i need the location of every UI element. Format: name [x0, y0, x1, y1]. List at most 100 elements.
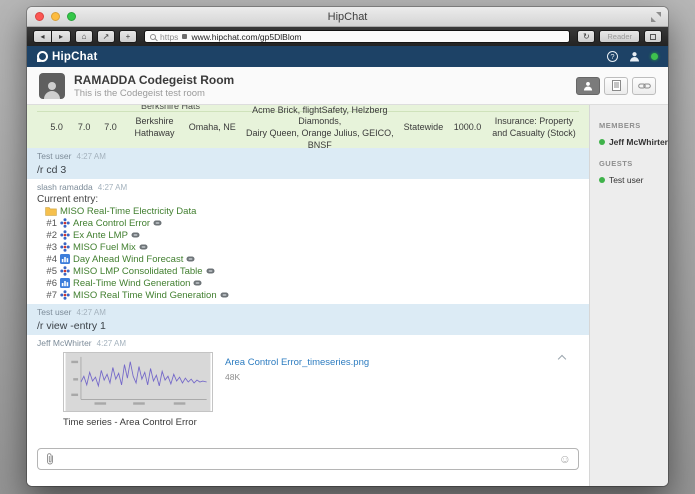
chat-message-upload: Jeff McWhirter 4:27 AM Area Control Erro…	[27, 335, 589, 433]
file-link[interactable]: Area Control Error_timeseries.png	[225, 357, 369, 368]
chart-icon	[60, 278, 70, 288]
table-cell: Acme Brick, flightSafety, Helzberg Diamo…	[246, 105, 394, 150]
attachment-row: Area Control Error_timeseries.png 48K	[37, 352, 579, 412]
table-row: 5.0 7.0 7.0 Berkshire Hathaway Omaha, NE…	[37, 105, 579, 150]
member-item[interactable]: Jeff McWhirter	[598, 137, 668, 147]
link-icon[interactable]	[220, 292, 229, 298]
forward-button[interactable]: ▸	[52, 30, 71, 43]
room-avatar	[39, 72, 65, 99]
url-scheme: https	[160, 31, 179, 42]
entry-link[interactable]: Ex Ante LMP	[73, 230, 128, 241]
person-icon	[583, 81, 593, 91]
back-button[interactable]: ◂	[33, 30, 52, 43]
entry-number: #2	[46, 229, 57, 241]
room-meta: RAMADDA Codegeist Room This is the Codeg…	[74, 73, 234, 99]
entry-link[interactable]: MISO Real Time Wind Generation	[73, 290, 217, 301]
entry-number: #3	[46, 241, 57, 253]
guest-name: Test user	[608, 175, 644, 185]
link-icon[interactable]	[193, 280, 202, 286]
message-text: /r view -entry 1	[37, 320, 106, 332]
entry-item: #2 Ex Ante LMP	[45, 229, 579, 241]
fullscreen-icon[interactable]	[651, 12, 661, 22]
emoticon-icon[interactable]: ☺	[559, 453, 571, 465]
folder-link[interactable]: MISO Real-Time Electricity Data	[60, 206, 196, 217]
collapse-icon[interactable]	[557, 354, 567, 364]
link-icon[interactable]	[186, 256, 195, 262]
address-bar[interactable]: https www.hipchat.com/gp5DlBlom	[144, 30, 571, 43]
entry-link[interactable]: MISO LMP Consolidated Table	[73, 266, 203, 277]
reader-button[interactable]: Reader	[599, 30, 640, 43]
member-name: Jeff McWhirter	[608, 137, 668, 147]
chat-message-command: Test user 4:27 AM /r view -entry 1	[27, 304, 589, 335]
top-sites-button[interactable]: ⌂	[75, 30, 93, 43]
table-cell: Insurance: Property and Casualty (Stock)	[492, 116, 576, 138]
members-toggle-button[interactable]	[576, 76, 600, 95]
chat-spacer	[27, 433, 589, 444]
room-title: RAMADDA Codegeist Room	[74, 72, 235, 87]
table-cell: Berkshire Hathaway	[134, 116, 175, 138]
hipchat-logo-icon	[37, 51, 48, 62]
chat-message-command: Test user 4:27 AM /r cd 3	[27, 148, 589, 179]
reload-button[interactable]: ↻	[577, 30, 596, 43]
tab-overview-button[interactable]	[644, 30, 662, 43]
hipchat-navbar: HipChat ?	[27, 46, 668, 67]
folder-line: MISO Real-Time Electricity Data	[45, 205, 579, 217]
point-data-icon	[60, 266, 70, 276]
chat-message-entries: slash ramadda 4:27 AM Current entry: MIS…	[27, 179, 589, 304]
guests-header: GUESTS	[598, 159, 633, 168]
entry-item: #7 MISO Real Time Wind Generation	[45, 289, 579, 301]
image-caption: Time series - Area Control Error	[63, 417, 197, 428]
link-icon[interactable]	[139, 244, 148, 250]
message-meta: Test user 4:27 AM	[37, 151, 579, 162]
chat-panel: Berkshire Hats 5.0 7.0 7.0 Berkshire Hat…	[27, 105, 589, 486]
room-header: RAMADDA Codegeist Room This is the Codeg…	[27, 67, 668, 105]
message-meta: Jeff McWhirter 4:27 AM	[37, 338, 579, 349]
guest-item[interactable]: Test user	[598, 175, 668, 185]
message-composer: ☺	[37, 448, 579, 470]
new-tab-button[interactable]: +	[119, 30, 137, 43]
lock-icon	[182, 34, 188, 39]
entry-number: #6	[46, 277, 57, 289]
message-meta: slash ramadda 4:27 AM	[37, 182, 579, 193]
share-button[interactable]: ↗	[97, 30, 115, 43]
document-icon	[611, 80, 621, 91]
entry-link[interactable]: Day Ahead Wind Forecast	[73, 254, 183, 265]
entry-link[interactable]: Area Control Error	[73, 218, 150, 229]
browser-window: HipChat ◂ ▸ ⌂ ↗ + https www.hipchat.com/…	[27, 7, 668, 486]
help-icon[interactable]: ?	[607, 51, 618, 62]
files-toggle-button[interactable]	[604, 76, 628, 95]
message-input[interactable]	[61, 450, 553, 468]
chain-icon	[637, 83, 651, 88]
point-data-icon	[60, 290, 70, 300]
entry-item: #3 MISO Fuel Mix	[45, 241, 579, 253]
message-meta: Test user 4:27 AM	[37, 307, 579, 318]
hipchat-logo[interactable]: HipChat	[37, 51, 97, 63]
titlebar[interactable]: HipChat	[27, 7, 668, 27]
table-cell: Statewide	[403, 122, 444, 133]
table-cell: 1000.0	[453, 122, 482, 133]
message-author: Test user	[37, 307, 72, 317]
entry-item: #6 Real-Time Wind Generation	[45, 277, 579, 289]
message-author: Jeff McWhirter	[37, 338, 92, 348]
presence-dot	[651, 53, 658, 60]
entry-link[interactable]: Real-Time Wind Generation	[73, 278, 190, 289]
links-toggle-button[interactable]	[632, 76, 656, 95]
entry-item: #5 MISO LMP Consolidated Table	[45, 265, 579, 277]
tab-overview-icon	[650, 33, 656, 40]
link-icon[interactable]	[131, 232, 140, 238]
entry-item: #4 Day Ahead Wind Forecast	[45, 253, 579, 265]
file-size: 48K	[225, 372, 241, 382]
chart-thumbnail[interactable]	[63, 352, 213, 412]
entry-number: #4	[46, 253, 57, 265]
members-header: MEMBERS	[598, 121, 641, 130]
room-subtitle: This is the Codegeist test room	[74, 87, 205, 99]
user-icon[interactable]	[629, 51, 640, 62]
message-time: 4:27 AM	[76, 308, 106, 317]
attachment-icon[interactable]	[45, 452, 55, 466]
link-icon[interactable]	[206, 268, 215, 274]
message-time: 4:27 AM	[97, 183, 128, 192]
entry-link[interactable]: MISO Fuel Mix	[73, 242, 136, 253]
link-icon[interactable]	[153, 220, 162, 226]
presence-dot	[598, 139, 605, 145]
point-data-icon	[60, 230, 70, 240]
